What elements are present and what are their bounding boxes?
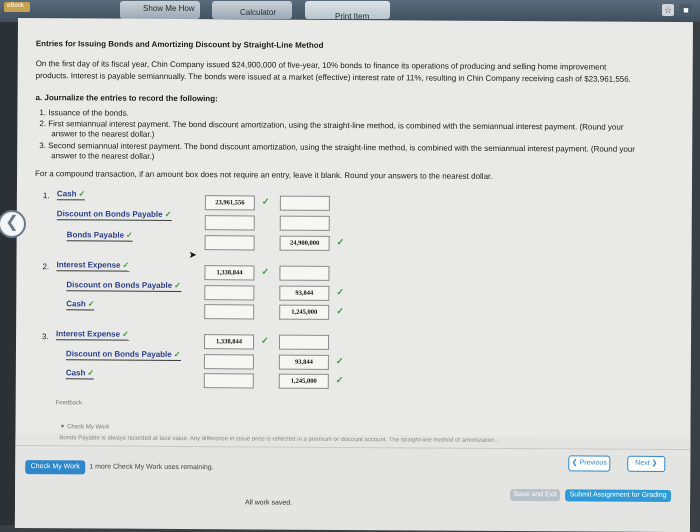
account-label: Cash xyxy=(65,368,86,378)
part-a-label: a. Journalize the entries to record the … xyxy=(35,93,218,104)
next-button[interactable]: Next ❯ xyxy=(627,455,666,472)
item-1: 1. Issuance of the bonds. xyxy=(39,108,129,118)
account-interest-expense[interactable]: Interest Expense ✓ xyxy=(56,329,129,341)
mouse-cursor-icon: ➤ xyxy=(188,250,197,262)
check-icon: ✓ xyxy=(336,236,345,247)
problem-paragraph-2: products. Interest is payable semiannual… xyxy=(35,71,631,84)
debit-input[interactable]: 1,338,844 xyxy=(203,334,255,350)
problem-paragraph-1: On the first day of its fiscal year, Chi… xyxy=(35,59,607,72)
check-icon: ✓ xyxy=(261,266,270,277)
check-icon: ✓ xyxy=(336,305,344,316)
account-cash[interactable]: Cash ✓ xyxy=(56,189,86,201)
debit-input[interactable] xyxy=(204,235,255,251)
account-label: Cash xyxy=(56,189,77,199)
credit-input[interactable]: 24,900,000 xyxy=(279,235,330,251)
check-icon: ✓ xyxy=(78,189,86,199)
divider xyxy=(15,444,691,451)
chevron-right-icon: ❯ xyxy=(651,459,658,467)
previous-label: Previous xyxy=(579,459,607,467)
debit-input[interactable]: 1,338,844 xyxy=(204,265,255,281)
problem-title: Entries for Issuing Bonds and Amortizing… xyxy=(35,39,324,50)
all-work-saved-status: All work saved. xyxy=(245,499,293,507)
check-icon: ✓ xyxy=(261,335,269,346)
credit-input[interactable] xyxy=(279,215,330,231)
bookmark-icon[interactable]: ■ xyxy=(680,4,692,16)
feedback-footer: Feedback ▼ Check My Work Bonds Payable i… xyxy=(14,400,691,532)
credit-input[interactable]: 93,844 xyxy=(278,354,329,370)
check-my-work-toggle[interactable]: ▼ Check My Work xyxy=(59,424,109,430)
account-label: Discount on Bonds Payable xyxy=(56,209,163,219)
check-icon: ✓ xyxy=(122,260,130,270)
item-2-cont: answer to the nearest dollar.) xyxy=(51,129,155,139)
previous-button[interactable]: ❮ Previous xyxy=(568,455,611,472)
submit-assignment-button[interactable]: Submit Assignment for Grading xyxy=(565,489,672,502)
debit-input[interactable] xyxy=(204,215,255,231)
entry-number-3: 3. xyxy=(42,332,49,342)
account-label: Interest Expense xyxy=(56,260,121,270)
check-icon: ✓ xyxy=(173,349,181,359)
account-label: Bonds Payable xyxy=(66,230,125,240)
debit-input[interactable] xyxy=(203,373,254,389)
check-icon: ✓ xyxy=(87,299,95,309)
check-icon: ✓ xyxy=(336,286,344,297)
account-label: Discount on Bonds Payable xyxy=(65,349,172,359)
account-discount-on-bonds-payable[interactable]: Discount on Bonds Payable ✓ xyxy=(56,209,172,221)
check-icon: ✓ xyxy=(335,374,344,385)
item-3-cont: answer to the nearest dollar.) xyxy=(51,151,155,161)
star-icon[interactable]: ☆ xyxy=(662,4,674,16)
problem-panel: Entries for Issuing Bonds and Amortizing… xyxy=(14,18,693,532)
ebook-label: eBook xyxy=(7,3,25,9)
check-icon: ✓ xyxy=(261,196,270,207)
account-discount-on-bonds-payable[interactable]: Discount on Bonds Payable ✓ xyxy=(65,349,181,361)
feedback-hint: Bonds Payable is always recorded at face… xyxy=(59,435,500,444)
check-icon: ✓ xyxy=(126,230,133,240)
check-icon: ✓ xyxy=(122,329,129,339)
save-and-exit-button[interactable]: Save and Exit xyxy=(510,489,561,502)
account-cash[interactable]: Cash ✓ xyxy=(66,299,95,311)
credit-input[interactable]: 1,245,000 xyxy=(278,373,329,389)
check-icon: ✓ xyxy=(174,280,181,290)
debit-input[interactable] xyxy=(204,304,255,320)
entry-number-2: 2. xyxy=(42,262,50,272)
account-discount-on-bonds-payable[interactable]: Discount on Bonds Payable ✓ xyxy=(66,280,181,292)
check-my-work-button[interactable]: Check My Work xyxy=(25,460,86,475)
show-me-how-label: Show Me How xyxy=(143,4,195,13)
debit-input[interactable]: 23,961,556 xyxy=(204,195,255,211)
credit-input[interactable] xyxy=(278,334,330,350)
debit-input[interactable] xyxy=(204,285,255,301)
check-icon: ✓ xyxy=(335,355,344,366)
entry-number-1: 1. xyxy=(42,191,50,201)
account-bonds-payable[interactable]: Bonds Payable ✓ xyxy=(66,230,133,242)
account-label: Interest Expense xyxy=(56,329,121,339)
next-label: Next xyxy=(635,459,650,467)
account-label: Discount on Bonds Payable xyxy=(66,280,173,290)
credit-input[interactable] xyxy=(279,265,330,281)
chevron-left-icon: ❮ xyxy=(571,459,578,467)
account-interest-expense[interactable]: Interest Expense ✓ xyxy=(56,260,130,272)
instructions: For a compound transaction, if an amount… xyxy=(35,169,493,181)
check-my-work-remaining: 1 more Check My Work uses remaining. xyxy=(89,463,214,472)
debit-input[interactable] xyxy=(203,354,254,370)
credit-input[interactable]: 1,245,000 xyxy=(279,304,330,320)
credit-input[interactable] xyxy=(279,195,330,211)
credit-input[interactable]: 93,844 xyxy=(279,285,330,301)
check-icon: ✓ xyxy=(87,368,95,378)
feedback-label: Feedback xyxy=(55,400,83,407)
calculator-label: Calculator xyxy=(240,8,277,17)
account-cash[interactable]: Cash ✓ xyxy=(65,368,95,380)
account-label: Cash xyxy=(66,299,86,309)
check-icon: ✓ xyxy=(164,209,172,219)
ebook-tab[interactable]: eBook xyxy=(4,2,30,12)
